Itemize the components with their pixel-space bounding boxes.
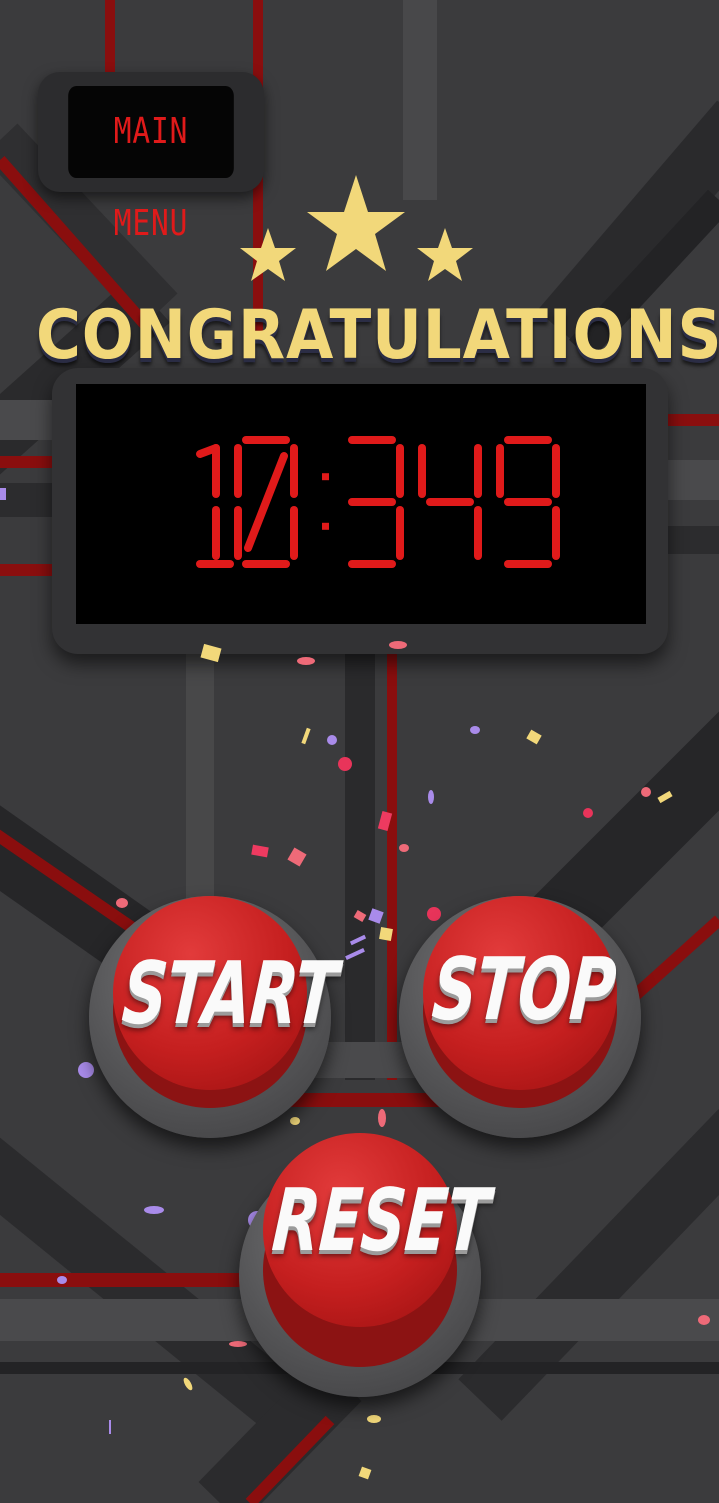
congratulations-title: CONGRATULATIONS: [35, 296, 719, 375]
reset-label: RESET: [269, 1171, 493, 1271]
reset-button[interactable]: RESET: [239, 1133, 493, 1397]
timer-frame: [52, 368, 668, 654]
timer-digit-3: [348, 436, 404, 568]
stop-button[interactable]: STOP: [399, 896, 641, 1138]
timer-screen: [76, 384, 646, 624]
timer-colon: [322, 473, 329, 530]
digit-segment: [196, 444, 220, 458]
stop-label: STOP: [429, 940, 619, 1040]
start-label: START: [119, 944, 341, 1044]
timer-digit-1: [196, 444, 234, 568]
digit-slash: [244, 452, 288, 552]
star-icon: [307, 175, 405, 271]
timer-digit-0: [234, 436, 298, 568]
rating-stars: [240, 175, 473, 281]
timer-display: [196, 436, 560, 568]
timer-digit-4: [418, 444, 482, 560]
star-icon: [240, 228, 296, 281]
start-button[interactable]: START: [89, 896, 341, 1138]
timer-colon-dot: [322, 473, 329, 481]
timer-digit-9: [496, 436, 560, 568]
star-icon: [417, 228, 473, 281]
timer-colon-dot: [322, 522, 329, 530]
